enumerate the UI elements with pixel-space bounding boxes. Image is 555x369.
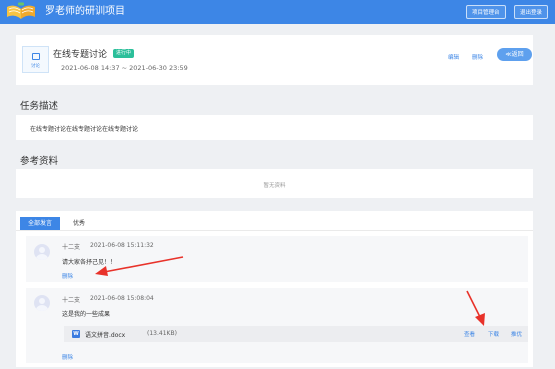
view-attachment-link[interactable]: 查看 — [464, 330, 475, 338]
description-text: 在线专题讨论在线专题讨论在线专题讨论 — [30, 126, 139, 133]
project-admin-button[interactable]: 项目管理台 — [466, 5, 506, 19]
task-title: 在线专题讨论 — [53, 50, 108, 60]
avatar-head-shape — [39, 298, 45, 304]
feed-tab-bar: 全部发言 优秀 — [16, 217, 533, 231]
avatar — [34, 295, 50, 311]
avatar-body-shape — [36, 305, 48, 311]
word-file-icon: W — [72, 330, 80, 338]
attachment-name: 语文拼音.docx — [85, 332, 126, 339]
book-logo-icon — [7, 2, 35, 19]
post-text: 这是我的一些成果 — [62, 311, 111, 318]
discussion-feed: 全部发言 优秀 十二支 2021-06-08 15:11:32 请大家各抒己见！… — [16, 211, 533, 367]
logout-button[interactable]: 退出登录 — [514, 5, 549, 19]
avatar-head-shape — [39, 247, 45, 253]
task-header-card: 讨论 在线专题讨论 进行中 2021-06-08 14:37 ~ 2021-06… — [16, 35, 533, 85]
avatar — [34, 244, 50, 260]
status-badge: 进行中 — [113, 49, 135, 58]
tab-all-posts[interactable]: 全部发言 — [20, 217, 61, 230]
list-item: 十二支 2021-06-08 15:11:32 请大家各抒己见！！ 删除 — [26, 236, 528, 282]
post-delete-link[interactable]: 删除 — [62, 353, 73, 361]
attachment-size: (13.41KB) — [147, 330, 177, 337]
post-time: 2021-06-08 15:11:32 — [90, 242, 154, 249]
download-attachment-link[interactable]: 下载 — [488, 330, 499, 338]
edit-link[interactable]: 编辑 — [448, 53, 459, 61]
recommend-button[interactable]: 推优 — [511, 330, 522, 338]
post-time: 2021-06-08 15:08:04 — [90, 295, 154, 302]
task-date-range: 2021-06-08 14:37 ~ 2021-06-30 23:59 — [61, 64, 188, 72]
avatar-body-shape — [36, 254, 48, 260]
list-item: 十二支 2021-06-08 15:08:04 这是我的一些成果 W 语文拼音.… — [26, 288, 528, 363]
post-delete-link[interactable]: 删除 — [62, 272, 73, 280]
post-author: 十二支 — [62, 244, 81, 251]
tab-excellent[interactable]: 优秀 — [65, 217, 93, 230]
task-type-label: 讨论 — [31, 64, 40, 69]
site-title: 罗老师的研训项目 — [45, 6, 125, 17]
references-card: 暂无资料 — [16, 169, 533, 198]
references-heading: 参考资料 — [20, 156, 59, 167]
post-text: 请大家各抒己见！！ — [62, 259, 117, 266]
empty-state-text: 暂无资料 — [263, 183, 286, 189]
post-author: 十二支 — [62, 297, 81, 304]
task-type-thumbnail: 讨论 — [22, 46, 49, 73]
discussion-icon — [32, 53, 40, 60]
delete-task-link[interactable]: 删除 — [472, 53, 483, 61]
top-bar: 罗老师的研训项目 项目管理台 退出登录 — [0, 0, 555, 24]
back-button[interactable]: ≪返回 — [497, 48, 532, 61]
description-card: 在线专题讨论在线专题讨论在线专题讨论 — [16, 115, 533, 140]
attachment-row: W 语文拼音.docx (13.41KB) 查看 下载 推优 — [64, 326, 528, 342]
description-heading: 任务描述 — [20, 101, 59, 112]
